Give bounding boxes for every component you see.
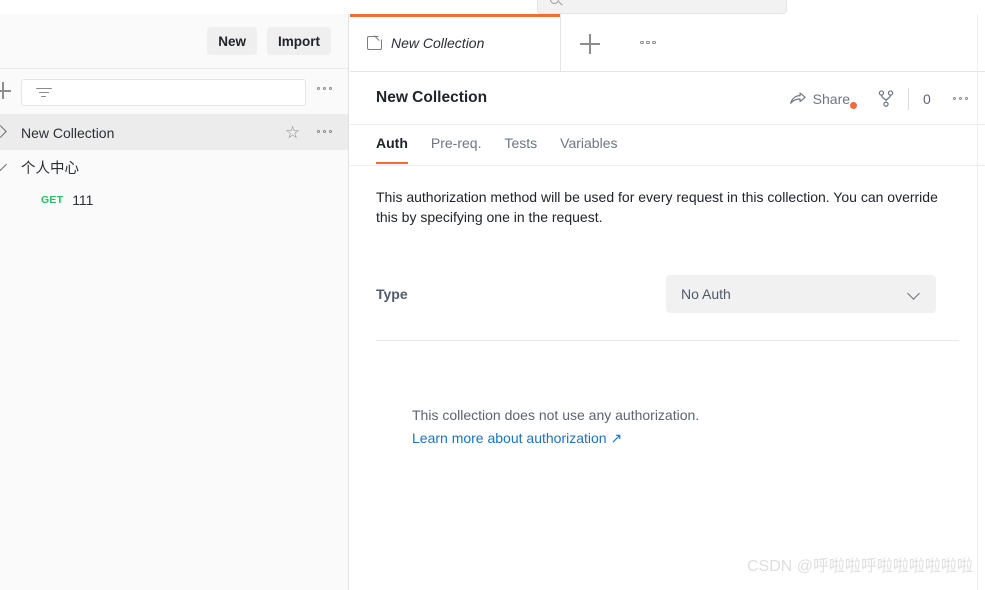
tab-variables[interactable]: Variables (560, 125, 617, 164)
auth-type-select[interactable]: No Auth (666, 275, 936, 313)
tab-new-collection[interactable]: New Collection (350, 14, 561, 71)
auth-empty-state: This collection does not use any authori… (376, 404, 959, 450)
tree-item-personal-center[interactable]: 个人中心 (0, 150, 348, 185)
more-options-icon[interactable] (952, 96, 968, 101)
list-item[interactable]: GET 111 (0, 185, 348, 215)
plus-icon[interactable] (0, 82, 12, 100)
page-title: New Collection (376, 89, 488, 106)
more-options-icon[interactable] (640, 40, 656, 45)
chevron-down-icon[interactable] (0, 158, 7, 171)
share-label: Share (812, 90, 851, 107)
tree-item-label: New Collection (21, 124, 115, 141)
tree-item-label: 个人中心 (21, 161, 79, 177)
auth-panel: This authorization method will be used f… (350, 187, 985, 450)
tab-bar: New Collection (350, 14, 985, 72)
new-button[interactable]: New (207, 27, 257, 55)
sidebar-search-row (0, 69, 348, 115)
auth-empty-text: This collection does not use any authori… (412, 407, 700, 423)
tab-bar-more-button[interactable] (619, 14, 677, 71)
share-button[interactable]: Share (789, 90, 858, 109)
collection-folder-icon (367, 35, 383, 50)
fork-button[interactable] (878, 90, 894, 107)
tab-pre-request[interactable]: Pre-req. (431, 125, 482, 164)
sidebar: New Import New Collection ☆ 个人中心 GET 111 (0, 14, 349, 590)
search-input[interactable] (21, 79, 306, 106)
learn-more-link[interactable]: Learn more about authorization ↗ (412, 430, 622, 446)
collection-tree: New Collection ☆ 个人中心 GET 111 (0, 115, 348, 215)
tab-auth[interactable]: Auth (376, 125, 408, 164)
sidebar-toolbar: New Import (0, 14, 348, 69)
tab-label: New Collection (391, 34, 485, 51)
new-tab-button[interactable] (561, 14, 619, 71)
global-search-input[interactable] (537, 0, 787, 14)
watermark: CSDN @呼啦啦呼啦啦啦啦啦啦 (746, 558, 973, 575)
collection-tabs: Auth Pre-req. Tests Variables (350, 125, 985, 166)
divider (376, 340, 959, 341)
notification-dot-icon (850, 101, 858, 109)
search-icon (550, 0, 559, 4)
share-arrow-icon (789, 91, 806, 104)
fork-branch-icon (878, 90, 894, 107)
main-panel: New Collection New Collection Share 0 Au… (350, 14, 985, 590)
auth-type-label: Type (376, 286, 408, 302)
divider (908, 87, 910, 110)
tab-tests[interactable]: Tests (504, 125, 537, 164)
header-actions: Share 0 (789, 72, 968, 125)
request-name: 111 (72, 192, 94, 208)
star-icon[interactable]: ☆ (285, 124, 302, 141)
filter-funnel-icon[interactable] (35, 88, 52, 100)
import-button[interactable]: Import (267, 27, 331, 55)
request-method-badge: GET (41, 194, 64, 206)
postman-app-window: New Import New Collection ☆ 个人中心 GET 111… (0, 0, 985, 590)
more-options-icon[interactable] (316, 87, 332, 91)
panel-right-border (977, 14, 978, 590)
collection-header: New Collection Share 0 (350, 72, 985, 125)
auth-description: This authorization method will be used f… (376, 189, 938, 225)
top-strip (0, 0, 985, 14)
auth-type-value: No Auth (681, 286, 731, 302)
auth-type-row: Type No Auth (376, 275, 959, 313)
fork-count: 0 (923, 90, 931, 107)
tab-bar-filler (677, 14, 985, 71)
more-options-icon[interactable] (316, 130, 332, 134)
chevron-down-icon (907, 287, 920, 300)
tree-item-new-collection[interactable]: New Collection ☆ (0, 115, 348, 150)
chevron-right-icon[interactable] (0, 125, 7, 138)
